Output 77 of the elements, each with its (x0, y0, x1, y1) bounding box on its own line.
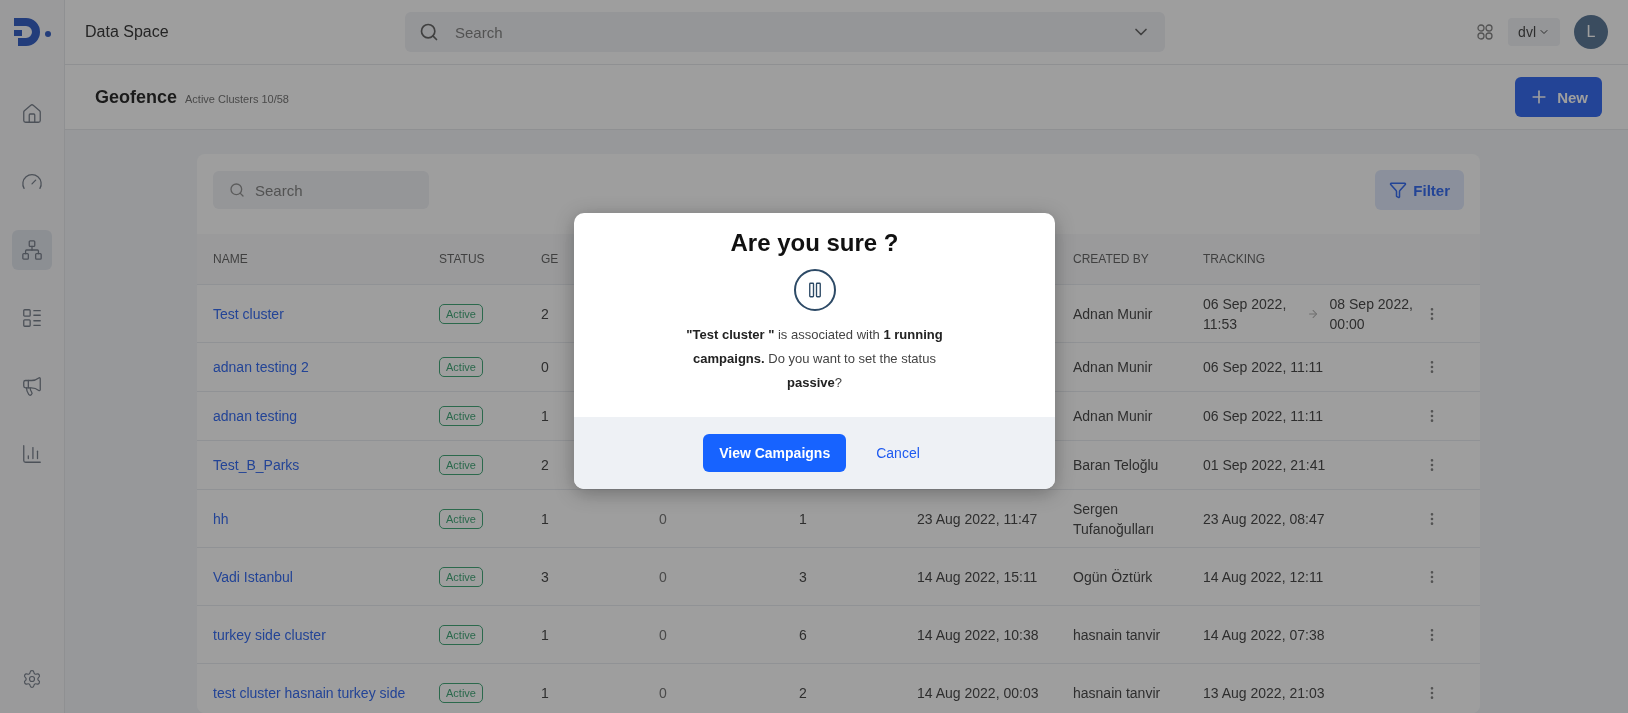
user-avatar[interactable]: L (1574, 15, 1608, 49)
cluster-name-link[interactable]: adnan testing 2 (213, 359, 309, 375)
status-badge: Active (439, 303, 483, 324)
cluster-name-link[interactable]: Vadi Istanbul (213, 568, 293, 585)
status-badge: Active (439, 455, 483, 475)
table-cell-text: Ogün Öztürk (1073, 567, 1154, 587)
table-cell-text: 08 Sep 2022, 00:00 (1329, 294, 1414, 334)
table-cell-text: Adnan Munir (1073, 304, 1154, 324)
pause-icon (793, 269, 836, 311)
table-cell-text: 06 Sep 2022, 11:11 (1203, 407, 1325, 426)
table-cell-text: 1 (541, 625, 550, 645)
search-icon (419, 22, 439, 42)
table-cell-text: 14 Aug 2022, 10:38 (917, 625, 1040, 645)
table-cell-text: 13 Aug 2022, 21:03 (1203, 683, 1326, 703)
column-header: CREATED BY (1073, 252, 1150, 266)
table-cell-text: 14 Aug 2022, 15:11 (917, 567, 1039, 587)
table-cell-text: 01 Sep 2022, 21:41 (1203, 456, 1327, 475)
table-cell-text: 14 Aug 2022, 07:38 (1203, 625, 1326, 645)
cluster-name-link[interactable]: adnan testing (213, 408, 298, 424)
table-cell-text: hasnain tanvir (1073, 683, 1162, 703)
search-icon (229, 182, 245, 198)
table-cell-text: 2 (541, 304, 550, 324)
table-cell-text: 0 (659, 625, 668, 645)
search-field[interactable]: Search (405, 12, 1165, 52)
table-cell-text: hasnain tanvir (1073, 625, 1162, 645)
table-cell-text: 3 (799, 567, 808, 587)
cluster-name-link[interactable]: turkey side cluster (213, 626, 326, 643)
table-cell-text: 23 Aug 2022, 11:47 (917, 509, 1039, 529)
table-cell-text: Adnan Munir (1073, 358, 1154, 377)
table-cell-text: Baran Teloğlu (1073, 456, 1160, 475)
column-header: GE (541, 252, 560, 266)
cluster-name-link[interactable]: Test_B_Parks (213, 457, 300, 473)
table-cell-text: 2 (541, 456, 550, 475)
table-cell-text: 6 (799, 625, 808, 645)
cancel-button[interactable]: Cancel (870, 434, 926, 472)
table-cell-text: Sergen Tufanoğulları (1073, 499, 1156, 539)
table-cell-text: 06 Sep 2022, 11:53 (1203, 294, 1288, 334)
new-button[interactable]: New (1515, 77, 1602, 117)
column-header: TRACKING (1203, 252, 1266, 266)
column-header: STATUS (439, 252, 486, 266)
table-cell-text: 0 (541, 358, 550, 377)
dialog-title: Are you sure ? (730, 229, 899, 257)
table-cell-text: 1 (541, 407, 550, 426)
table-cell-text: 2 (799, 683, 808, 703)
table-cell-text: 14 Aug 2022, 00:03 (917, 683, 1040, 703)
cluster-name-link[interactable]: hh (213, 510, 229, 527)
filter-button[interactable]: Filter (1375, 170, 1464, 210)
table-cell-text: 14 Aug 2022, 12:11 (1203, 567, 1325, 587)
status-badge: Active (439, 357, 483, 377)
page-title: Geofence (95, 86, 178, 108)
workspace-dropdown[interactable]: dvl (1508, 18, 1560, 46)
table-cell-text: 1 (799, 509, 808, 529)
table-cell-text: 0 (659, 509, 668, 529)
hierarchy-icon[interactable] (12, 230, 52, 270)
table-cell-text: Adnan Munir (1073, 407, 1154, 426)
table-cell-text: 06 Sep 2022, 11:11 (1203, 358, 1325, 377)
apps-icon[interactable] (1476, 23, 1495, 41)
filter-icon (1389, 181, 1408, 199)
table-cell-text: 3 (541, 567, 550, 587)
table-cell-text: 1 (541, 683, 550, 703)
dialog-message: "Test cluster " is associated with 1 running campaigns. Do you want to set the status passive? (685, 326, 944, 392)
table-cell-text: 23 Aug 2022, 08:47 (1203, 509, 1326, 529)
column-header: NAME (213, 252, 249, 266)
view-campaigns-button[interactable]: View Campaigns (703, 434, 847, 472)
table-search-field[interactable]: Search (213, 171, 429, 209)
table-cell-text: 0 (659, 683, 668, 703)
status-badge: Active (439, 682, 483, 703)
table-cell-text: 0 (659, 567, 668, 587)
status-badge: Active (439, 566, 483, 587)
status-badge: Active (439, 508, 483, 529)
cluster-count: Active Clusters 10/58 (185, 92, 289, 105)
app-name: Data Space (85, 23, 170, 41)
status-badge: Active (439, 406, 483, 426)
table-cell-text: 1 (541, 509, 550, 529)
cluster-name-link[interactable]: Test cluster (213, 305, 284, 322)
status-badge: Active (439, 624, 483, 645)
cluster-name-link[interactable]: test cluster hasnain turkey side (213, 684, 406, 701)
